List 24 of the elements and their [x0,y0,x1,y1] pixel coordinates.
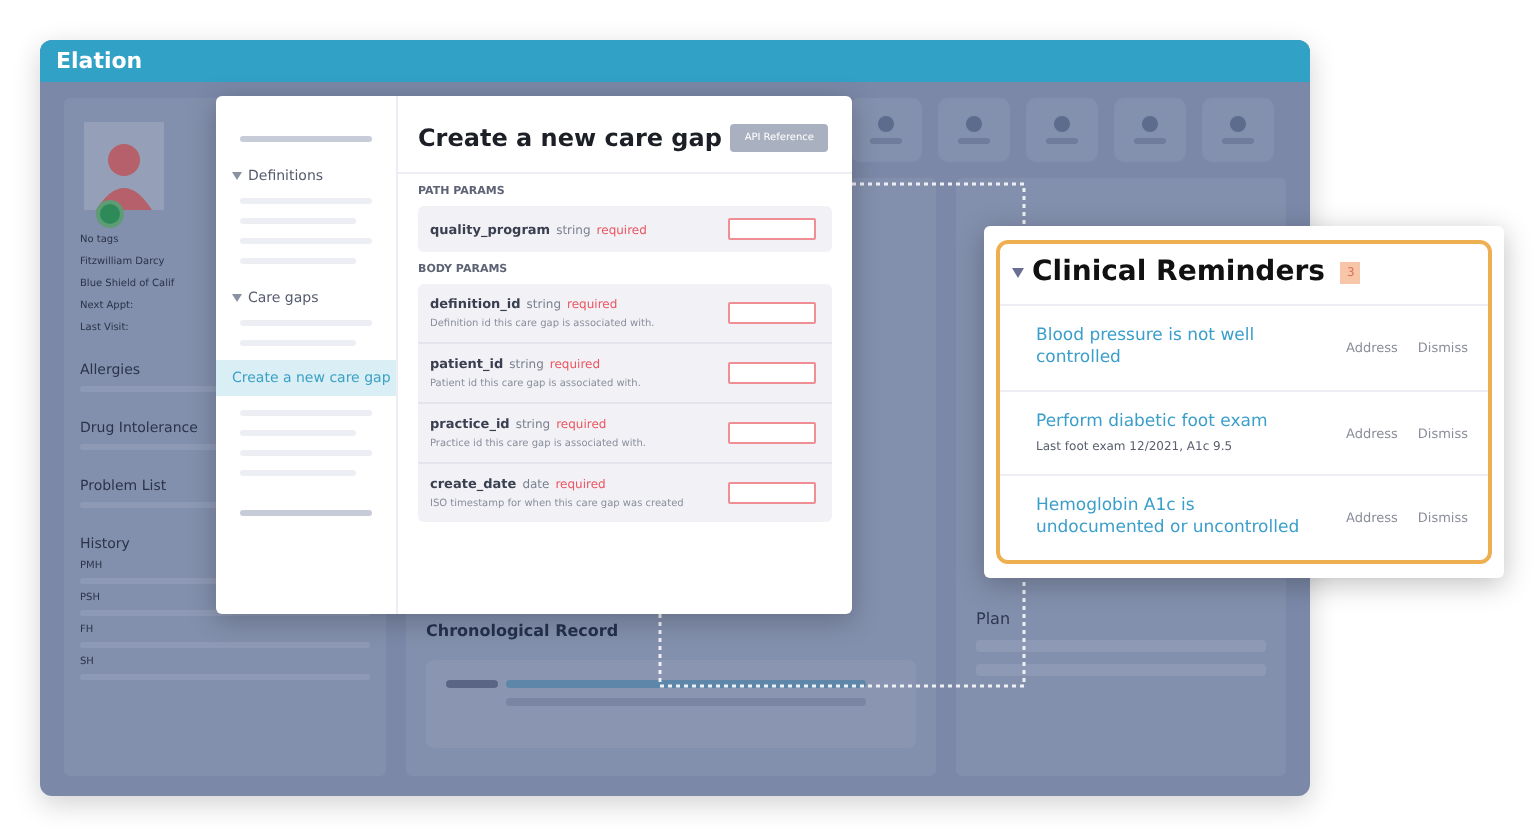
input-field[interactable] [728,218,816,240]
user-icon [1130,116,1170,144]
caret-icon [232,294,242,302]
placeholder-bar [446,680,498,688]
input-field[interactable] [728,362,816,384]
record-heading: Chronological Record [426,622,621,640]
status-dot [96,200,124,228]
placeholder-bar [240,136,372,142]
user-icon [1218,116,1258,144]
input-field[interactable] [728,422,816,444]
reminders-title: Clinical Reminders [1032,256,1325,288]
logo: Elation [56,48,143,74]
user-icon [1042,116,1082,144]
input-field[interactable] [728,302,816,324]
caret-icon [232,172,242,180]
reminder-link[interactable]: Hemoglobin A1c is undocumented or uncontrolled [1036,496,1316,541]
reminder-link[interactable]: Perform diabetic foot exam [1036,411,1316,435]
user-icon [866,116,906,144]
input-field[interactable] [728,482,816,504]
plan-heading: Plan [976,610,1013,628]
reminder-link[interactable]: Blood pressure is not well controlled [1036,325,1316,370]
user-icon [954,116,994,144]
caret-icon [1012,267,1024,277]
modal-title: Create a new care gap [418,124,722,152]
